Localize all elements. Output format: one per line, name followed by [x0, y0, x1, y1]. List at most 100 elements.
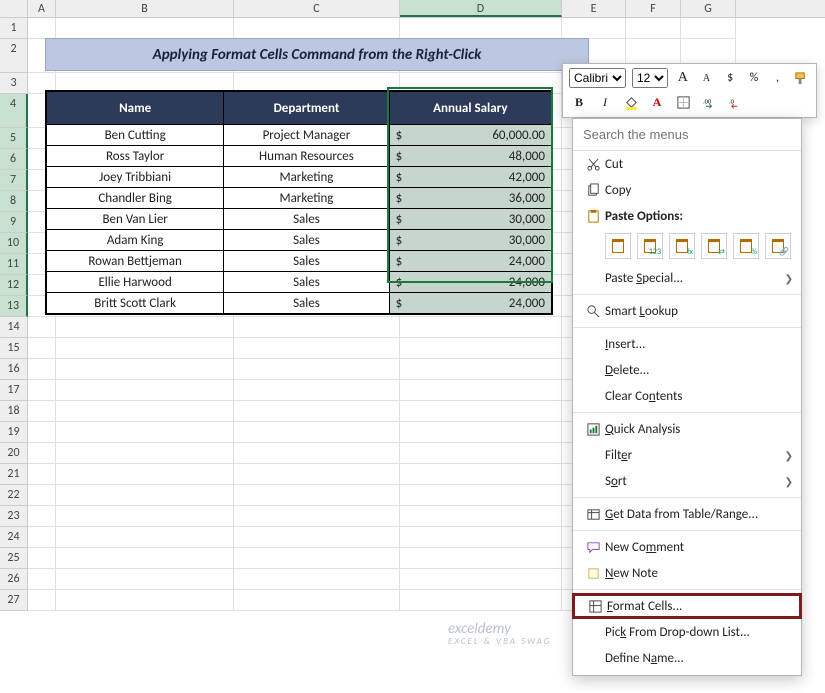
cell-name[interactable]: Rowan Bettjeman [47, 250, 224, 271]
cell-salary[interactable]: $60,000.00 [390, 124, 551, 145]
cell-dept[interactable]: Sales [224, 250, 389, 271]
menu-get-data[interactable]: Get Data from Table/Range... [573, 501, 801, 527]
row-header-7[interactable]: 7 [0, 170, 28, 191]
cell-salary[interactable]: $24,000 [390, 250, 551, 271]
increase-font-icon[interactable]: A [674, 68, 692, 88]
format-painter-icon[interactable] [792, 68, 810, 88]
row-header-19[interactable]: 19 [0, 422, 28, 443]
cell-salary[interactable]: $30,000 [390, 229, 551, 250]
col-header-B[interactable]: B [56, 0, 234, 17]
menu-insert[interactable]: Insert... [573, 331, 801, 357]
row-header-23[interactable]: 23 [0, 506, 28, 527]
paste-transpose-icon[interactable]: ⇄ [701, 233, 727, 259]
cell-name[interactable]: Ross Taylor [47, 145, 224, 166]
cell-dept[interactable]: Project Manager [224, 124, 389, 145]
table-row[interactable]: Chandler BingMarketing$36,000 [47, 187, 551, 208]
cell-dept[interactable]: Sales [224, 229, 389, 250]
col-header-C[interactable]: C [234, 0, 400, 17]
table-row[interactable]: Joey TribbianiMarketing$42,000 [47, 166, 551, 187]
cell-salary[interactable]: $24,000 [390, 271, 551, 292]
col-header-E[interactable]: E [562, 0, 626, 17]
cell-dept[interactable]: Marketing [224, 187, 389, 208]
row-header-2[interactable]: 2 [0, 39, 28, 73]
table-row[interactable]: Ben CuttingProject Manager$60,000.00 [47, 124, 551, 145]
menu-copy[interactable]: Copy [573, 177, 801, 203]
comma-button[interactable]: , [769, 68, 787, 88]
row-header-13[interactable]: 13 [0, 296, 28, 317]
menu-define-name[interactable]: Define Name... [573, 645, 801, 671]
table-row[interactable]: Britt Scott ClarkSales$24,000 [47, 292, 551, 313]
col-header-D[interactable]: D [400, 0, 562, 17]
table-row[interactable]: Adam KingSales$30,000 [47, 229, 551, 250]
col-header-F[interactable]: F [626, 0, 681, 17]
paste-formulas-icon[interactable]: fx [669, 233, 695, 259]
decrease-decimal-icon[interactable]: .0 [725, 93, 745, 113]
row-header-11[interactable]: 11 [0, 254, 28, 275]
table-row[interactable]: Rowan BettjemanSales$24,000 [47, 250, 551, 271]
cell-salary[interactable]: $30,000 [390, 208, 551, 229]
paste-link-icon[interactable]: 🔗 [765, 233, 791, 259]
menu-smart-lookup[interactable]: Smart Lookup [573, 298, 801, 324]
cell-salary[interactable]: $42,000 [390, 166, 551, 187]
row-header-16[interactable]: 16 [0, 359, 28, 380]
col-header-A[interactable]: A [28, 0, 56, 17]
menu-quick-analysis[interactable]: Quick Analysis [573, 416, 801, 442]
row-header-3[interactable]: 3 [0, 73, 28, 94]
row-header-25[interactable]: 25 [0, 548, 28, 569]
font-color-button[interactable]: A [647, 93, 667, 113]
paste-formatting-icon[interactable]: % [733, 233, 759, 259]
cell-dept[interactable]: Sales [224, 271, 389, 292]
italic-button[interactable]: I [595, 93, 615, 113]
cell-name[interactable]: Joey Tribbiani [47, 166, 224, 187]
select-all-corner[interactable] [0, 0, 28, 17]
row-header-1[interactable]: 1 [0, 18, 28, 39]
row-header-27[interactable]: 27 [0, 590, 28, 611]
cell-name[interactable]: Ben Cutting [47, 124, 224, 145]
cell-dept[interactable]: Sales [224, 292, 389, 313]
row-header-20[interactable]: 20 [0, 443, 28, 464]
menu-cut[interactable]: Cut [573, 151, 801, 177]
cell-dept[interactable]: Sales [224, 208, 389, 229]
cell-salary[interactable]: $48,000 [390, 145, 551, 166]
menu-new-note[interactable]: New Note [573, 560, 801, 586]
percent-button[interactable]: % [745, 68, 763, 88]
cell-name[interactable]: Britt Scott Clark [47, 292, 224, 313]
font-size-select[interactable]: 12 [632, 68, 668, 88]
borders-button[interactable] [673, 93, 693, 113]
menu-paste-special[interactable]: Paste Special... ❯ [573, 265, 801, 291]
table-row[interactable]: Ellie HarwoodSales$24,000 [47, 271, 551, 292]
row-header-17[interactable]: 17 [0, 380, 28, 401]
menu-filter[interactable]: Filter ❯ [573, 442, 801, 468]
row-header-5[interactable]: 5 [0, 128, 28, 149]
menu-clear-contents[interactable]: Clear Contents [573, 383, 801, 409]
row-header-22[interactable]: 22 [0, 485, 28, 506]
row-header-12[interactable]: 12 [0, 275, 28, 296]
paste-values-icon[interactable]: 123 [637, 233, 663, 259]
menu-sort[interactable]: Sort ❯ [573, 468, 801, 494]
menu-delete[interactable]: Delete... [573, 357, 801, 383]
increase-decimal-icon[interactable]: .00 [699, 93, 719, 113]
row-header-15[interactable]: 15 [0, 338, 28, 359]
font-select[interactable]: Calibri [569, 68, 626, 88]
row-header-10[interactable]: 10 [0, 233, 28, 254]
menu-new-comment[interactable]: New Comment [573, 534, 801, 560]
menu-pick-dropdown[interactable]: Pick From Drop-down List... [573, 619, 801, 645]
cell-salary[interactable]: $36,000 [390, 187, 551, 208]
cell-name[interactable]: Adam King [47, 229, 224, 250]
fill-color-button[interactable] [621, 93, 641, 113]
row-header-18[interactable]: 18 [0, 401, 28, 422]
cell-name[interactable]: Chandler Bing [47, 187, 224, 208]
menu-search-input[interactable] [573, 119, 801, 151]
row-header-9[interactable]: 9 [0, 212, 28, 233]
row-header-14[interactable]: 14 [0, 317, 28, 338]
row-header-21[interactable]: 21 [0, 464, 28, 485]
currency-button[interactable]: $ [721, 68, 739, 88]
col-header-G[interactable]: G [681, 0, 736, 17]
row-header-6[interactable]: 6 [0, 149, 28, 170]
paste-keep-source-icon[interactable] [605, 233, 631, 259]
table-row[interactable]: Ben Van LierSales$30,000 [47, 208, 551, 229]
cell-name[interactable]: Ellie Harwood [47, 271, 224, 292]
row-header-4[interactable]: 4 [0, 94, 28, 128]
cell-dept[interactable]: Marketing [224, 166, 389, 187]
row-header-24[interactable]: 24 [0, 527, 28, 548]
